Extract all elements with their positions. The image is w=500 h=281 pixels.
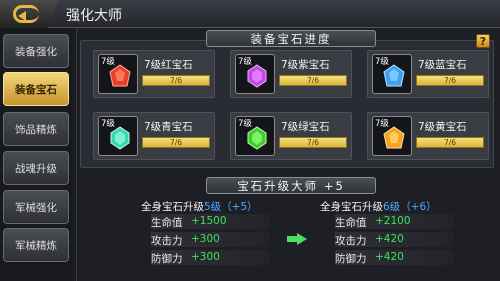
stat-label: 防御力 <box>335 253 367 265</box>
red-gem-icon <box>109 64 131 87</box>
current-level: 5级 <box>204 201 222 213</box>
cyan-gem-icon <box>110 126 130 150</box>
current-prefix: 全身宝石升级 <box>141 201 204 213</box>
stat-label: 生命值 <box>151 217 183 229</box>
gem-name: 7级绿宝石 <box>281 121 330 133</box>
gem-slot: 7级 <box>372 54 412 94</box>
gem-name: 7级黄宝石 <box>418 121 467 133</box>
gem-progress-bar: 7/6 <box>279 75 347 86</box>
gem-progress-bar: 7/6 <box>416 137 484 148</box>
current-master-summary: 全身宝石升级5级（+5） <box>141 199 258 214</box>
gem-progress-title: 装备宝石进度 <box>206 30 376 47</box>
gem-name: 7级红宝石 <box>144 59 193 71</box>
gem-slot: 7级 <box>372 116 412 156</box>
next-master-summary: 全身宝石升级6级（+6） <box>320 199 437 214</box>
stat-label: 攻击力 <box>151 235 183 247</box>
sidebar-item-equip-gem[interactable]: 装备宝石 <box>3 72 69 106</box>
stat-value: +1500 <box>191 215 227 227</box>
blue-gem-icon <box>383 64 405 87</box>
next-level: 6级 <box>383 201 401 213</box>
gem-slot: 7级 <box>235 54 275 94</box>
gem-card-green[interactable]: 7级 7级绿宝石 7/6 <box>230 112 352 160</box>
purple-gem-icon <box>247 64 267 88</box>
sidebar-item-arms-enhance[interactable]: 军械强化 <box>3 190 69 224</box>
sidebar-item-accessory-refine[interactable]: 饰品精炼 <box>3 112 69 146</box>
next-stat-row: 防御力 +420 <box>335 250 453 265</box>
help-button[interactable]: ? <box>476 34 490 48</box>
sidebar-item-soul-upgrade[interactable]: 战魂升级 <box>3 151 69 185</box>
stat-value: +420 <box>375 251 404 263</box>
sidebar-item-arms-refine[interactable]: 军械精炼 <box>3 228 69 262</box>
sidebar-item-equip-enhance[interactable]: 装备强化 <box>3 34 69 68</box>
gem-card-blue[interactable]: 7级 7级蓝宝石 7/6 <box>367 50 489 98</box>
upgrade-arrow-icon <box>287 233 307 245</box>
stat-label: 生命值 <box>335 217 367 229</box>
next-stat-row: 攻击力 +420 <box>335 232 453 247</box>
stat-label: 防御力 <box>151 253 183 265</box>
gem-card-cyan[interactable]: 7级 7级青宝石 7/6 <box>93 112 215 160</box>
current-bonus: （+5） <box>221 201 258 213</box>
top-bar: 强化大师 <box>0 0 500 28</box>
stat-value: +300 <box>191 251 220 263</box>
current-stat-row: 攻击力 +300 <box>151 232 269 247</box>
stat-value: +420 <box>375 233 404 245</box>
next-bonus: （+6） <box>400 201 437 213</box>
gem-progress-bar: 7/6 <box>416 75 484 86</box>
gem-name: 7级蓝宝石 <box>418 59 467 71</box>
back-button[interactable] <box>0 0 58 28</box>
gem-progress-bar: 7/6 <box>142 75 210 86</box>
yellow-gem-icon <box>383 126 405 149</box>
stat-label: 攻击力 <box>335 235 367 247</box>
gem-progress-bar: 7/6 <box>142 137 210 148</box>
gem-slot: 7级 <box>98 54 138 94</box>
gem-slot: 7级 <box>235 116 275 156</box>
current-stat-row: 防御力 +300 <box>151 250 269 265</box>
gem-name: 7级青宝石 <box>144 121 193 133</box>
gem-progress-bar: 7/6 <box>279 137 347 148</box>
page-title: 强化大师 <box>66 8 122 24</box>
next-stat-row: 生命值 +2100 <box>335 214 453 229</box>
gem-card-red[interactable]: 7级 7级红宝石 7/6 <box>93 50 215 98</box>
gem-card-purple[interactable]: 7级 7级紫宝石 7/6 <box>230 50 352 98</box>
green-gem-icon <box>247 126 267 150</box>
next-prefix: 全身宝石升级 <box>320 201 383 213</box>
stat-value: +2100 <box>375 215 411 227</box>
gem-card-yellow[interactable]: 7级 7级黄宝石 7/6 <box>367 112 489 160</box>
gem-name: 7级紫宝石 <box>281 59 330 71</box>
gem-slot: 7级 <box>98 116 138 156</box>
gem-master-title: 宝石升级大师 +5 <box>206 177 376 194</box>
back-arrow-icon <box>13 5 39 23</box>
current-stat-row: 生命值 +1500 <box>151 214 269 229</box>
stat-value: +300 <box>191 233 220 245</box>
